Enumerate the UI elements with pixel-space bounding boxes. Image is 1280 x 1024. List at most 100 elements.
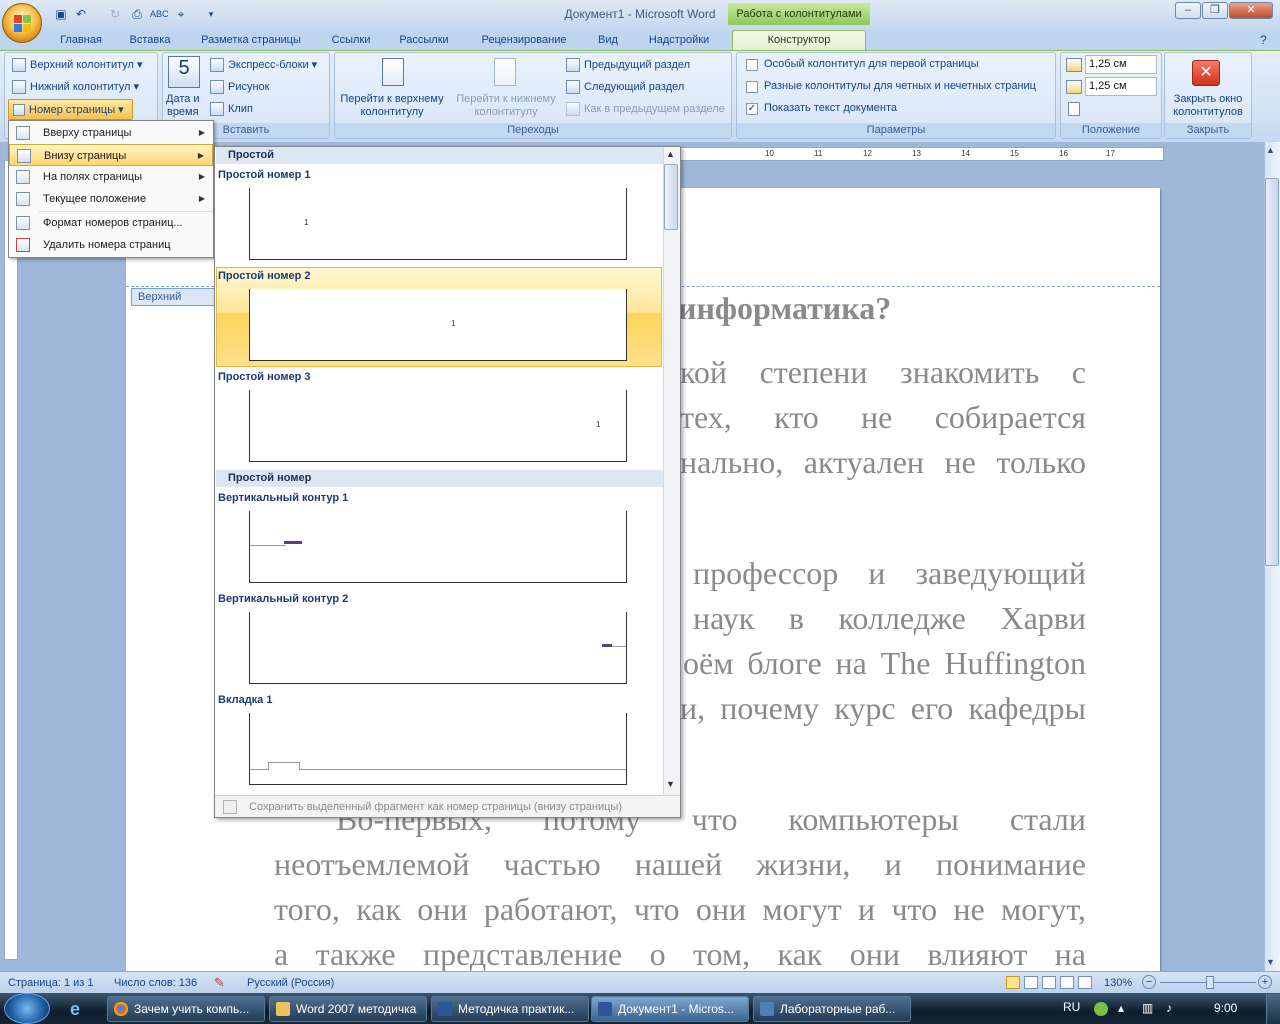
page-number-menu: Вверху страницы ▶ Внизу страницы ▶ На поля…: [8, 120, 214, 258]
gallery-item-plain-number-3[interactable]: 1: [249, 390, 627, 462]
gallery-scrollbar[interactable]: [663, 147, 680, 795]
show-doc-text-checkbox[interactable]: ✓: [746, 103, 758, 115]
start-button[interactable]: [4, 993, 50, 1024]
goto-footer-button[interactable]: Перейти к нижнему колонтитулу: [450, 93, 562, 119]
close-header-footer-button[interactable]: Закрыть окно колонтитулов: [1166, 93, 1250, 119]
gallery-item-plain-number-2[interactable]: 1: [249, 289, 627, 361]
tab-insert[interactable]: Вставка: [120, 32, 180, 50]
menu-item-remove-page-numbers[interactable]: Удалить номера страниц: [9, 234, 213, 256]
menu-item-format-page-numbers[interactable]: Формат номеров страниц...: [9, 212, 213, 234]
header-icon: [12, 58, 26, 73]
next-section-button[interactable]: Следующий раздел: [566, 80, 684, 94]
save-selection-as-page-number[interactable]: Сохранить выделенный фрагмент как номер …: [215, 795, 680, 817]
gallery-item-vertical-outline-1[interactable]: [249, 511, 627, 583]
volume-icon[interactable]: ♪: [1166, 1001, 1172, 1015]
next-section-label: Следующий раздел: [584, 80, 685, 93]
date-time-button[interactable]: Дата и время: [166, 93, 200, 119]
gallery-item-title: Простой номер 2: [218, 270, 311, 282]
gallery-category: Простой номер: [216, 470, 663, 487]
insert-alignment-tab-icon[interactable]: [1068, 102, 1080, 116]
taskbar-item-lab-work[interactable]: Лабораторные раб...: [753, 996, 911, 1022]
gallery-item-vertical-outline-2[interactable]: [249, 612, 627, 684]
restore-button[interactable]: ❐: [1202, 2, 1228, 19]
zoom-level[interactable]: 130%: [1104, 977, 1132, 989]
tab-review[interactable]: Рецензирование: [468, 32, 580, 50]
tab-addins[interactable]: Надстройки: [636, 32, 722, 50]
tab-page-layout[interactable]: Разметка страницы: [188, 32, 314, 50]
tray-app-icon[interactable]: [1094, 1002, 1108, 1016]
date-time-label-2: время: [166, 106, 199, 118]
clock[interactable]: 9:00: [1214, 1001, 1237, 1015]
taskbar-item-word-guide[interactable]: Word 2007 методичка: [269, 996, 427, 1022]
tab-design[interactable]: Конструктор: [732, 30, 866, 50]
tab-references[interactable]: Ссылки: [322, 32, 380, 50]
picture-button[interactable]: Рисунок: [210, 80, 270, 94]
ruler-tick: 17: [1106, 149, 1115, 158]
scroll-up-icon[interactable]: ▲: [1266, 145, 1275, 155]
word-count[interactable]: Число слов: 136: [114, 977, 197, 989]
tab-mailings[interactable]: Рассылки: [388, 32, 460, 50]
outline-bar: [284, 541, 302, 544]
different-odd-even-checkbox[interactable]: [746, 81, 758, 93]
different-first-label: Особый колонтитул для первой страницы: [764, 58, 979, 70]
network-icon[interactable]: ▥: [1142, 1001, 1153, 1015]
print-layout-icon[interactable]: [1006, 976, 1020, 989]
goto-header-button[interactable]: Перейти к верхнему колонтитулу: [338, 93, 446, 119]
link-previous-button[interactable]: Как в предыдущем разделе: [566, 102, 725, 116]
menu-item-top-of-page[interactable]: Вверху страницы ▶: [9, 122, 213, 144]
show-desktop-button[interactable]: [1266, 994, 1280, 1024]
gallery-scroll-up-icon[interactable]: ▲: [666, 149, 675, 159]
zoom-slider-thumb[interactable]: [1206, 976, 1214, 989]
different-first-checkbox[interactable]: [746, 59, 758, 71]
gallery-scroll-thumb[interactable]: [664, 164, 678, 230]
menu-item-current-position[interactable]: Текущее положение ▶: [9, 188, 213, 210]
prev-section-button[interactable]: Предыдущий раздел: [566, 58, 690, 72]
zoom-out-icon[interactable]: −: [1142, 975, 1156, 989]
tab-home[interactable]: Главная: [50, 32, 112, 50]
top-of-page-icon: [16, 126, 30, 140]
ruler-tick: 13: [912, 149, 921, 158]
prev-section-icon: [566, 58, 580, 72]
document-heading: информатика?: [678, 290, 892, 326]
taskbar-item-practice-guide[interactable]: Методичка практик...: [431, 996, 589, 1022]
tray-arrow-icon[interactable]: ▴: [1118, 1001, 1124, 1015]
save-gallery-icon: [223, 800, 237, 814]
quick-parts-button[interactable]: Экспресс-блоки ▾: [210, 58, 317, 73]
vertical-scroll-thumb[interactable]: [1265, 178, 1279, 566]
menu-item-label: Вверху страницы: [43, 127, 132, 139]
draft-view-icon[interactable]: [1078, 976, 1092, 989]
tab-shape: [268, 762, 300, 770]
tab-line: [250, 769, 626, 770]
menu-item-page-margins[interactable]: На полях страницы ▶: [9, 166, 213, 188]
zoom-in-icon[interactable]: +: [1258, 975, 1272, 989]
calendar-clock-icon: 5: [168, 56, 200, 88]
taskbar-item-document1[interactable]: Документ1 - Micros...: [591, 996, 749, 1022]
menu-item-bottom-of-page[interactable]: Внизу страницы ▶: [9, 144, 213, 166]
web-layout-icon[interactable]: [1042, 976, 1056, 989]
scroll-down-icon[interactable]: ▼: [1266, 957, 1275, 967]
proofing-icon[interactable]: ✎: [214, 975, 225, 991]
help-icon[interactable]: ?: [1260, 33, 1267, 47]
minimize-button[interactable]: –: [1175, 2, 1201, 19]
close-window-button[interactable]: ✕: [1229, 2, 1273, 19]
gallery-item-tab-1[interactable]: [249, 713, 627, 785]
clip-button[interactable]: Клип: [210, 102, 253, 116]
internet-explorer-icon[interactable]: e: [70, 999, 92, 1019]
office-button[interactable]: [2, 3, 42, 43]
full-screen-reading-icon[interactable]: [1024, 976, 1038, 989]
horizontal-ruler: 10 11 12 13 14 15 16 17: [680, 147, 1164, 161]
page-count[interactable]: Страница: 1 из 1: [8, 977, 94, 989]
outline-view-icon[interactable]: [1060, 976, 1074, 989]
tab-view[interactable]: Вид: [588, 32, 628, 50]
page-number-button[interactable]: Номер страницы ▾: [8, 99, 133, 120]
language[interactable]: Русский (Россия): [247, 977, 334, 989]
input-language-indicator[interactable]: RU: [1063, 1000, 1080, 1014]
header-position-field[interactable]: 1,25 см: [1085, 55, 1157, 74]
gallery-scroll-down-icon[interactable]: ▼: [666, 779, 675, 789]
header-button[interactable]: Верхний колонтитул ▾: [12, 58, 143, 73]
taskbar-item-chrome[interactable]: Зачем учить компь...: [107, 996, 265, 1022]
footer-button[interactable]: Нижний колонтитул ▾: [12, 80, 139, 95]
close-header-footer-icon: ✕: [1192, 60, 1220, 86]
gallery-item-plain-number-1[interactable]: 1: [249, 188, 627, 260]
footer-position-field[interactable]: 1,25 см: [1085, 77, 1157, 96]
